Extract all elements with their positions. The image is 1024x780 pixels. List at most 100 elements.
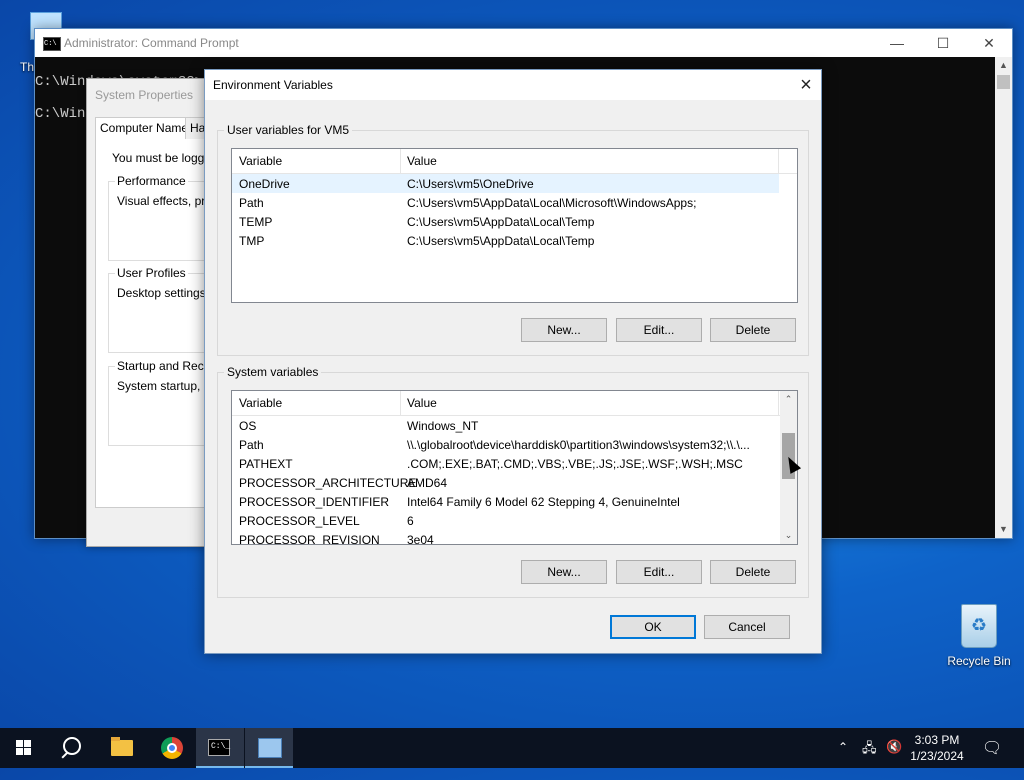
variable-value: C:\Users\vm5\AppData\Local\Temp: [407, 215, 595, 229]
system-variables-header: Variable Value: [232, 391, 797, 416]
environment-variables-title: Environment Variables: [213, 78, 333, 92]
list-item[interactable]: PATHEXT .COM;.EXE;.BAT;.CMD;.VBS;.VBE;.J…: [232, 454, 779, 473]
user-profiles-group-title: User Profiles: [115, 266, 188, 280]
scroll-up-arrow-icon[interactable]: ⌃: [780, 391, 797, 408]
column-header-value[interactable]: Value: [407, 154, 437, 168]
command-prompt-title: Administrator: Command Prompt: [64, 36, 239, 50]
system-edit-button[interactable]: Edit...: [616, 560, 702, 584]
user-new-button[interactable]: New...: [521, 318, 607, 342]
variable-name: PATHEXT: [239, 457, 293, 471]
list-item[interactable]: PROCESSOR_REVISION 3e04: [232, 530, 779, 545]
list-item[interactable]: TMP C:\Users\vm5\AppData\Local\Temp: [232, 231, 779, 250]
ok-button[interactable]: OK: [610, 615, 696, 639]
system-clock[interactable]: 3:03 PM 1/23/2024: [904, 732, 970, 764]
system-variables-legend: System variables: [224, 365, 322, 379]
start-button[interactable]: [0, 728, 48, 768]
cancel-button[interactable]: Cancel: [704, 615, 790, 639]
command-prompt-taskbar-button[interactable]: C:\_: [196, 728, 244, 768]
performance-group-title: Performance: [115, 174, 188, 188]
system-variables-group: System variables Variable Value OS Windo…: [217, 365, 809, 598]
scrollbar-thumb[interactable]: [997, 75, 1010, 89]
system-variables-list[interactable]: Variable Value OS Windows_NT Path \\.\gl…: [231, 390, 798, 545]
notification-center-icon[interactable]: 🗨: [982, 738, 1002, 778]
system-properties-taskbar-button[interactable]: [245, 728, 293, 768]
list-item[interactable]: OS Windows_NT: [232, 416, 779, 435]
list-item[interactable]: OneDrive C:\Users\vm5\OneDrive: [232, 174, 779, 193]
recycle-bin-label: Recycle Bin: [947, 654, 1011, 668]
variable-name: TEMP: [239, 215, 273, 229]
scroll-down-arrow-icon[interactable]: ⌄: [780, 527, 797, 544]
user-delete-button[interactable]: Delete: [710, 318, 796, 342]
variable-value: 6: [407, 514, 414, 528]
clock-time: 3:03 PM: [914, 733, 960, 747]
startup-recovery-group-title: Startup and Recov: [115, 359, 219, 373]
tab-computer-name[interactable]: Computer Name: [95, 117, 187, 139]
variable-name: PROCESSOR_IDENTIFIER: [239, 495, 390, 509]
console-scrollbar[interactable]: ▲ ▼: [995, 57, 1012, 538]
user-variables-legend: User variables for VM5: [224, 123, 353, 137]
system-properties-tabs: Computer Name Har: [95, 117, 225, 140]
recycle-bin-icon: [961, 604, 997, 648]
variable-name: PROCESSOR_ARCHITECTURE: [239, 476, 417, 490]
column-header-variable[interactable]: Variable: [239, 396, 282, 410]
environment-variables-titlebar[interactable]: Environment Variables ×: [205, 70, 821, 100]
variable-name: Path: [239, 438, 264, 452]
variable-name: TMP: [239, 234, 265, 248]
column-header-value[interactable]: Value: [407, 396, 437, 410]
list-item[interactable]: Path C:\Users\vm5\AppData\Local\Microsof…: [232, 193, 779, 212]
user-variables-list[interactable]: Variable Value OneDrive C:\Users\vm5\One…: [231, 148, 798, 303]
variable-value: Intel64 Family 6 Model 62 Stepping 4, Ge…: [407, 495, 680, 509]
file-explorer-button[interactable]: [98, 728, 146, 768]
variable-name: PROCESSOR_LEVEL: [239, 514, 360, 528]
list-item[interactable]: Path \\.\globalroot\device\harddisk0\par…: [232, 435, 779, 454]
variable-value: C:\Users\vm5\AppData\Local\Temp: [407, 234, 595, 248]
recycle-bin-desktop-icon[interactable]: Recycle Bin: [944, 600, 1014, 668]
variable-value: Windows_NT: [407, 419, 479, 433]
column-header-variable[interactable]: Variable: [239, 154, 282, 168]
clock-date: 1/23/2024: [910, 749, 964, 763]
maximize-button[interactable]: ☐: [920, 29, 966, 57]
variable-value: \\.\globalroot\device\harddisk0\partitio…: [407, 438, 750, 452]
system-new-button[interactable]: New...: [521, 560, 607, 584]
search-button[interactable]: [48, 728, 96, 768]
list-item[interactable]: PROCESSOR_ARCHITECTURE AMD64: [232, 473, 779, 492]
command-prompt-icon: C:\_: [208, 739, 230, 756]
list-item[interactable]: PROCESSOR_IDENTIFIER Intel64 Family 6 Mo…: [232, 492, 779, 511]
user-variables-group: User variables for VM5 Variable Value On…: [217, 123, 809, 356]
variable-name: OneDrive: [239, 177, 290, 191]
volume-muted-icon[interactable]: 🔇: [886, 739, 902, 779]
command-prompt-icon: C:\: [43, 37, 61, 51]
show-hidden-icons-chevron-icon[interactable]: ⌃: [838, 740, 854, 780]
variable-value: 3e04: [407, 533, 434, 545]
file-explorer-icon: [111, 737, 133, 756]
list-item[interactable]: TEMP C:\Users\vm5\AppData\Local\Temp: [232, 212, 779, 231]
environment-variables-dialog[interactable]: Environment Variables × User variables f…: [204, 69, 822, 654]
chrome-icon: [161, 737, 183, 759]
system-properties-panel: You must be logged Performance Visual ef…: [95, 139, 222, 508]
minimize-button[interactable]: —: [874, 29, 920, 57]
user-variables-header: Variable Value: [232, 149, 797, 174]
close-icon[interactable]: ×: [791, 70, 821, 100]
chrome-button[interactable]: [148, 728, 196, 768]
command-prompt-titlebar[interactable]: C:\ Administrator: Command Prompt — ☐ ✕: [35, 29, 1012, 57]
user-edit-button[interactable]: Edit...: [616, 318, 702, 342]
list-item[interactable]: PROCESSOR_LEVEL 6: [232, 511, 779, 530]
system-properties-icon: [258, 738, 282, 758]
variable-name: Path: [239, 196, 264, 210]
taskbar: C:\_ ⌃ 🖧 🔇 3:03 PM 1/23/2024 🗨: [0, 728, 1024, 768]
network-icon[interactable]: 🖧: [862, 739, 880, 779]
logged-in-notice: You must be logged: [112, 151, 218, 165]
close-button[interactable]: ✕: [966, 29, 1012, 57]
scroll-down-arrow-icon[interactable]: ▼: [995, 521, 1012, 538]
windows-logo-icon: [16, 740, 32, 756]
variable-value: C:\Users\vm5\AppData\Local\Microsoft\Win…: [407, 196, 697, 210]
system-delete-button[interactable]: Delete: [710, 560, 796, 584]
performance-group-text: Visual effects, proc: [117, 194, 218, 208]
scroll-up-arrow-icon[interactable]: ▲: [995, 57, 1012, 74]
variable-value: C:\Users\vm5\OneDrive: [407, 177, 534, 191]
variable-name: OS: [239, 419, 257, 433]
variable-value: AMD64: [407, 476, 448, 490]
system-properties-window[interactable]: System Properties Computer Name Har You …: [86, 78, 225, 547]
variable-value: .COM;.EXE;.BAT;.CMD;.VBS;.VBE;.JS;.JSE;.…: [407, 457, 743, 471]
variable-name: PROCESSOR_REVISION: [239, 533, 380, 545]
